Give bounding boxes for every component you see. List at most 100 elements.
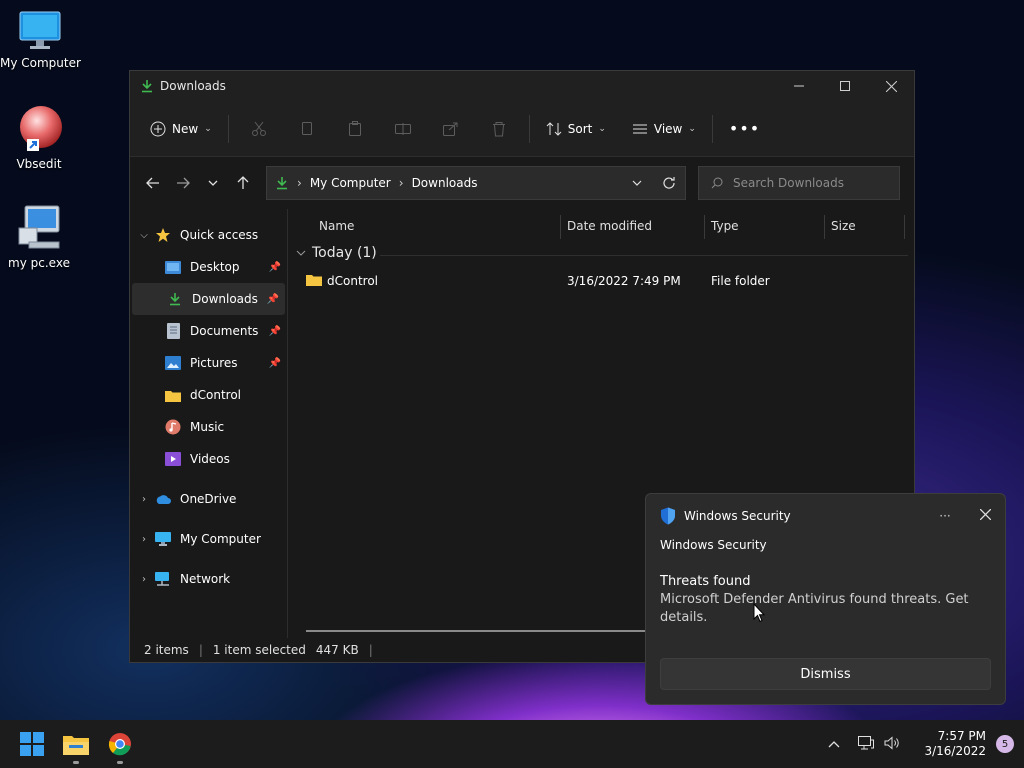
desktop-folder-icon: [164, 259, 182, 275]
chevron-right-icon: ›: [142, 573, 146, 585]
address-dropdown-button[interactable]: [621, 167, 653, 199]
breadcrumb-my-computer[interactable]: My Computer: [310, 176, 391, 190]
system-tray: 7:57 PM 3/16/2022 5: [828, 720, 1024, 768]
column-header-row: Name Date modified Type Size: [288, 209, 914, 239]
notification-more-button[interactable]: ···: [925, 509, 965, 523]
pc-exe-icon: [18, 205, 60, 249]
column-name[interactable]: Name: [319, 219, 354, 233]
group-header-today[interactable]: Today (1): [296, 245, 377, 261]
maximize-button[interactable]: [822, 71, 868, 101]
breadcrumb-downloads[interactable]: Downloads: [412, 176, 478, 190]
view-label: View: [653, 121, 683, 136]
column-divider[interactable]: [904, 215, 905, 239]
sidebar-item-my-computer[interactable]: › My Computer: [130, 523, 287, 555]
column-size[interactable]: Size: [831, 219, 856, 233]
arrow-right-icon: [177, 177, 190, 189]
forward-button[interactable]: [168, 168, 198, 198]
minimize-button[interactable]: [776, 71, 822, 101]
column-divider[interactable]: [704, 215, 705, 239]
sort-icon: [546, 121, 562, 136]
toolbar-separator: [711, 114, 713, 143]
notification-heading: Threats found: [660, 574, 751, 589]
network-icon: [154, 571, 172, 587]
folder-icon: [306, 273, 322, 289]
taskbar-chrome[interactable]: [98, 722, 142, 766]
column-divider[interactable]: [824, 215, 825, 239]
column-date-modified[interactable]: Date modified: [567, 219, 652, 233]
paste-button[interactable]: [331, 113, 379, 145]
sidebar-item-desktop[interactable]: Desktop 📌: [130, 251, 287, 283]
close-icon: [885, 80, 897, 92]
folder-icon: [164, 387, 182, 403]
new-button[interactable]: New ⌄: [140, 115, 222, 143]
start-button[interactable]: [10, 722, 54, 766]
sidebar-item-dcontrol[interactable]: dControl: [130, 379, 287, 411]
desktop-icon-vbsedit[interactable]: Vbsedit: [0, 105, 79, 171]
taskbar-file-explorer[interactable]: [54, 722, 98, 766]
group-divider: [380, 255, 908, 256]
sidebar-label: OneDrive: [180, 492, 237, 506]
delete-button[interactable]: [475, 113, 523, 145]
network-tray-button[interactable]: [858, 735, 875, 753]
new-label: New: [172, 121, 199, 136]
up-button[interactable]: [228, 168, 258, 198]
back-button[interactable]: [138, 168, 168, 198]
security-notification[interactable]: Windows Security ··· Windows Security Th…: [645, 493, 1006, 705]
refresh-button[interactable]: [653, 167, 685, 199]
show-hidden-icons-button[interactable]: [828, 737, 840, 751]
sidebar-item-documents[interactable]: Documents 📌: [130, 315, 287, 347]
chevron-up-icon: [829, 741, 840, 748]
windows-logo-icon: [20, 732, 44, 756]
recent-locations-button[interactable]: [198, 168, 228, 198]
desktop-icon-my-computer[interactable]: My Computer: [0, 10, 81, 70]
share-button[interactable]: [427, 113, 475, 145]
copy-icon: [301, 121, 312, 135]
dismiss-button[interactable]: Dismiss: [660, 658, 991, 690]
sidebar-label: Documents: [190, 324, 259, 338]
copy-button[interactable]: [283, 113, 331, 145]
horizontal-scrollbar[interactable]: [306, 630, 646, 632]
minimize-icon: [794, 85, 804, 87]
cut-button[interactable]: [235, 113, 283, 145]
view-button[interactable]: View ⌄: [622, 115, 706, 143]
status-item-count: 2 items: [144, 643, 189, 657]
pin-icon: 📌: [268, 261, 281, 273]
sidebar-item-network[interactable]: › Network: [130, 563, 287, 595]
notification-message: Microsoft Defender Antivirus found threa…: [660, 592, 969, 625]
chevron-right-icon: ›: [142, 533, 146, 545]
sidebar-item-music[interactable]: Music: [130, 411, 287, 443]
chevron-down-icon: ⌄: [688, 123, 696, 134]
documents-icon: [164, 323, 182, 339]
column-type[interactable]: Type: [711, 219, 739, 233]
file-date: 3/16/2022 7:49 PM: [567, 274, 681, 288]
sort-label: Sort: [567, 121, 593, 136]
close-button[interactable]: [868, 71, 914, 101]
star-icon: [154, 227, 172, 243]
desktop-icon-my-pc-exe[interactable]: my pc.exe: [0, 202, 79, 270]
rename-button[interactable]: [379, 113, 427, 145]
column-divider[interactable]: [560, 215, 561, 239]
view-icon: [632, 124, 647, 133]
chevron-right-icon: ›: [398, 176, 404, 190]
sidebar-label: Desktop: [190, 260, 240, 274]
chevron-down-icon: [208, 180, 218, 186]
notification-badge[interactable]: 5: [996, 735, 1014, 753]
more-options-button[interactable]: •••: [719, 113, 770, 144]
rename-icon: [394, 122, 411, 135]
clock[interactable]: 7:57 PM 3/16/2022: [924, 729, 986, 759]
notification-close-button[interactable]: [965, 508, 1005, 524]
sidebar-item-onedrive[interactable]: › OneDrive: [130, 483, 287, 515]
sidebar-item-quick-access[interactable]: ⌵ Quick access: [130, 219, 287, 251]
address-bar[interactable]: › My Computer › Downloads: [266, 166, 686, 200]
chevron-down-icon: [632, 180, 642, 186]
file-row[interactable]: dControl 3/16/2022 7:49 PM File folder: [306, 269, 914, 293]
clock-date: 3/16/2022: [924, 744, 986, 758]
search-box[interactable]: Search Downloads: [698, 166, 900, 200]
sidebar-item-videos[interactable]: Videos: [130, 443, 287, 475]
monitor-icon: [154, 531, 172, 547]
sort-button[interactable]: Sort ⌄: [536, 115, 616, 143]
sidebar-item-downloads[interactable]: Downloads 📌: [132, 283, 285, 315]
paste-icon: [348, 120, 361, 136]
volume-tray-button[interactable]: [884, 735, 900, 753]
sidebar-item-pictures[interactable]: Pictures 📌: [130, 347, 287, 379]
